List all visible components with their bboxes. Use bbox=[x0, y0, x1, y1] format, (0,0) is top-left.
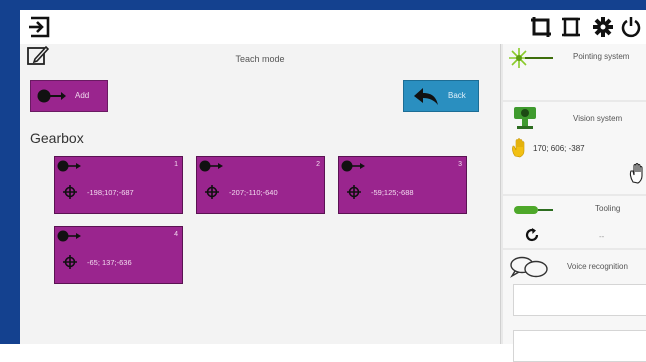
group-title: Gearbox bbox=[30, 130, 84, 146]
speech-bubbles-icon bbox=[510, 256, 548, 278]
crop-icon[interactable] bbox=[530, 16, 552, 38]
window-frame-top bbox=[0, 0, 646, 10]
crosshair-icon bbox=[63, 255, 77, 269]
back-button-label: Back bbox=[448, 91, 466, 100]
waypoint-tile[interactable]: 2 -207;-110;-640 bbox=[196, 156, 325, 214]
tool-icon bbox=[514, 206, 553, 214]
crosshair-icon bbox=[347, 185, 361, 199]
waypoint-number: 2 bbox=[316, 161, 320, 168]
waypoint-pin-icon bbox=[199, 160, 223, 172]
window-frame-left bbox=[0, 0, 20, 344]
pointing-system-title: Pointing system bbox=[573, 52, 630, 61]
teach-mode-panel: Teach mode Add Back Gearbox 1 -198;107;-… bbox=[20, 44, 500, 344]
voice-recognition-title: Voice recognition bbox=[567, 262, 628, 271]
power-icon[interactable] bbox=[620, 16, 642, 38]
gear-icon[interactable] bbox=[592, 16, 614, 38]
waypoint-pin-icon bbox=[57, 230, 81, 242]
waypoint-tile[interactable]: 3 -59;125;-688 bbox=[338, 156, 467, 214]
waypoint-coordinates: -59;125;-688 bbox=[371, 188, 414, 197]
page-title: Teach mode bbox=[235, 54, 285, 64]
pointing-system-panel[interactable]: Pointing system bbox=[503, 44, 646, 100]
frame-icon[interactable] bbox=[560, 16, 582, 38]
back-button[interactable]: Back bbox=[403, 80, 479, 112]
voice-input-field[interactable] bbox=[513, 284, 646, 316]
top-toolbar bbox=[20, 10, 646, 44]
tooling-panel[interactable]: Tooling -- bbox=[503, 196, 646, 248]
waypoint-number: 4 bbox=[174, 231, 178, 238]
vision-system-panel[interactable]: Vision system 170; 606; -387 bbox=[503, 102, 646, 194]
voice-output-field[interactable] bbox=[513, 330, 646, 362]
add-button[interactable]: Add bbox=[30, 80, 108, 112]
waypoint-number: 3 bbox=[458, 161, 462, 168]
waypoint-coordinates: -207;-110;-640 bbox=[229, 188, 278, 197]
vision-system-title: Vision system bbox=[573, 114, 623, 123]
tooling-value: -- bbox=[599, 232, 605, 241]
add-button-label: Add bbox=[75, 91, 90, 100]
tooling-title: Tooling bbox=[595, 204, 621, 213]
crosshair-icon bbox=[205, 185, 219, 199]
vision-coordinates: 170; 606; -387 bbox=[533, 144, 585, 153]
refresh-icon[interactable] bbox=[525, 228, 539, 242]
waypoint-coordinates: -65; 137;-636 bbox=[87, 258, 132, 267]
hand-icon bbox=[512, 138, 525, 158]
crosshair-icon bbox=[63, 185, 77, 199]
waypoint-pin-icon bbox=[341, 160, 365, 172]
laser-pointer-icon bbox=[509, 48, 553, 68]
waypoint-coordinates: -198;107;-687 bbox=[87, 188, 134, 197]
exit-icon[interactable] bbox=[28, 14, 54, 40]
right-sidebar: Pointing system Vision system 170; 606; … bbox=[500, 44, 646, 362]
voice-recognition-panel[interactable]: Voice recognition bbox=[503, 250, 646, 362]
waypoint-tile[interactable]: 1 -198;107;-687 bbox=[54, 156, 183, 214]
waypoint-pin-icon bbox=[57, 160, 81, 172]
waypoint-tile[interactable]: 4 -65; 137;-636 bbox=[54, 226, 183, 284]
waypoint-number: 1 bbox=[174, 161, 178, 168]
grab-cursor-icon bbox=[629, 162, 643, 184]
camera-icon bbox=[514, 107, 536, 129]
waypoint-pin-icon bbox=[37, 89, 66, 103]
back-arrow-icon bbox=[414, 88, 438, 105]
